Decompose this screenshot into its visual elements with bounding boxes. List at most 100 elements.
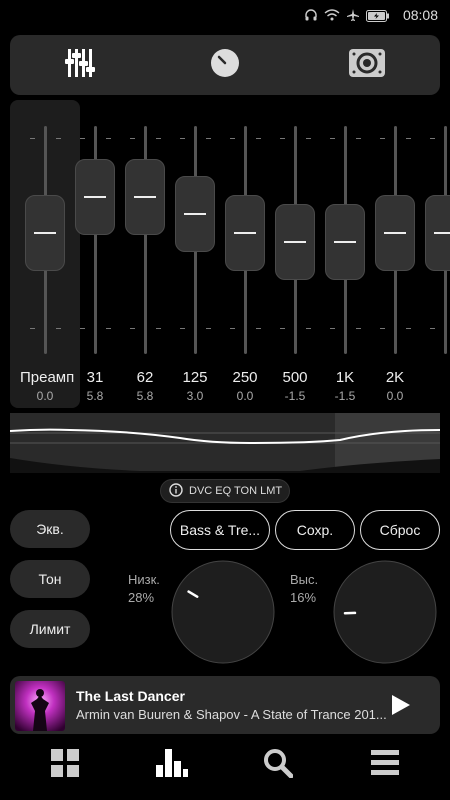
eq-band-slider[interactable] [420, 100, 450, 408]
slider-knob[interactable] [375, 195, 415, 271]
grid-icon [51, 748, 79, 782]
slider-knob[interactable] [125, 159, 165, 235]
headphones-icon [304, 8, 318, 27]
band-gain-value: 3.0 [186, 389, 204, 403]
album-art [15, 681, 65, 731]
tab-volume[interactable] [195, 45, 255, 85]
treble-label: Выс. [290, 572, 319, 587]
status-bar: 08:08 [0, 0, 450, 30]
eq-band-slider[interactable]: 62 5.8 [120, 100, 170, 408]
nav-search[interactable] [248, 745, 308, 785]
play-icon [388, 695, 412, 721]
nav-equalizer[interactable] [142, 745, 202, 785]
band-frequency-label: 250 [232, 369, 258, 386]
tab-equalizer[interactable] [50, 45, 110, 85]
eq-band-slider[interactable]: 1K -1.5 [320, 100, 370, 408]
clock: 08:08 [402, 7, 438, 23]
slider-knob[interactable] [275, 204, 315, 280]
slider-knob[interactable] [75, 159, 115, 235]
wifi-icon [324, 8, 340, 27]
nav-menu[interactable] [355, 745, 415, 785]
slider-tick [130, 138, 135, 139]
slider-tick [406, 138, 411, 139]
treble-value: 16% [290, 590, 317, 605]
speaker-icon [349, 48, 385, 82]
band-gain-value: 5.8 [136, 389, 154, 403]
slider-tick [180, 138, 185, 139]
track-artist: Armin van Buuren & Shapov - A State of T… [76, 707, 387, 722]
bass-knob[interactable] [170, 559, 276, 670]
band-frequency-label: 2K [385, 369, 405, 386]
bass-label: Низк. [128, 572, 160, 587]
limit-mode-button[interactable]: Лимит [10, 610, 90, 648]
slider-tick [380, 328, 385, 329]
battery-charging-icon [366, 9, 390, 27]
search-icon [263, 748, 294, 783]
slider-tick [430, 328, 435, 329]
preamp-slider[interactable]: Преамп 0.0 [20, 100, 75, 408]
save-button[interactable]: Сохр. [275, 510, 355, 550]
slider-knob[interactable] [225, 195, 265, 271]
menu-icon [371, 749, 399, 782]
slider-tick [230, 138, 235, 139]
slider-tick [156, 138, 161, 139]
slider-tick [380, 138, 385, 139]
slider-tick [30, 138, 35, 139]
band-gain-value: 0.0 [386, 389, 404, 403]
slider-tick [180, 328, 185, 329]
slider-tick [106, 328, 111, 329]
bottom-nav [0, 740, 450, 800]
slider-tick [330, 138, 335, 139]
eq-band-slider[interactable]: 31 5.8 [70, 100, 120, 408]
eq-band-slider[interactable]: 2K 0.0 [370, 100, 420, 408]
band-frequency-label: 31 [86, 369, 104, 386]
slider-tick [280, 138, 285, 139]
tab-speaker[interactable] [337, 45, 397, 85]
nav-library[interactable] [35, 745, 95, 785]
slider-tick [130, 328, 135, 329]
eq-band-slider[interactable]: 125 3.0 [170, 100, 220, 408]
effects-status-pill[interactable]: DVC EQ TON LMT [160, 479, 290, 503]
bass-value: 28% [128, 590, 155, 605]
band-gain-value: 5.8 [86, 389, 104, 403]
slider-tick [256, 138, 261, 139]
reset-button[interactable]: Сброс [360, 510, 440, 550]
slider-tick [206, 328, 211, 329]
slider-tick [430, 138, 435, 139]
treble-knob[interactable] [332, 559, 438, 670]
slider-tick [356, 138, 361, 139]
slider-knob[interactable] [425, 195, 450, 271]
slider-tick [230, 328, 235, 329]
now-playing-bar[interactable]: The Last Dancer Armin van Buuren & Shapo… [10, 676, 440, 734]
knob-icon [210, 48, 240, 83]
eq-band-slider[interactable]: 500 -1.5 [270, 100, 320, 408]
band-frequency-label: 500 [282, 369, 308, 386]
tone-mode-button[interactable]: Тон [10, 560, 90, 598]
slider-tick [206, 138, 211, 139]
slider-tick [280, 328, 285, 329]
track-title: The Last Dancer [76, 688, 185, 704]
eq-band-slider[interactable]: 250 0.0 [220, 100, 270, 408]
slider-tick [256, 328, 261, 329]
band-frequency-label: 62 [136, 369, 154, 386]
slider-tick [306, 328, 311, 329]
eq-mode-button[interactable]: Экв. [10, 510, 90, 548]
preset-button[interactable]: Bass & Tre... [170, 510, 270, 550]
slider-tick [306, 138, 311, 139]
band-gain-value: -1.5 [284, 389, 306, 403]
slider-tick [330, 328, 335, 329]
band-frequency-label: 125 [182, 369, 208, 386]
top-tab-bar [10, 35, 440, 95]
slider-tick [56, 138, 61, 139]
band-frequency-label: Преамп [20, 369, 75, 386]
slider-knob[interactable] [175, 176, 215, 252]
play-button[interactable] [388, 693, 412, 717]
band-gain-value: -1.5 [334, 389, 356, 403]
slider-tick [30, 328, 35, 329]
sliders-icon [65, 47, 95, 84]
band-gain-value: 0.0 [36, 389, 54, 403]
eq-response-curve [9, 413, 441, 473]
slider-tick [406, 328, 411, 329]
slider-knob[interactable] [325, 204, 365, 280]
slider-knob[interactable] [25, 195, 65, 271]
